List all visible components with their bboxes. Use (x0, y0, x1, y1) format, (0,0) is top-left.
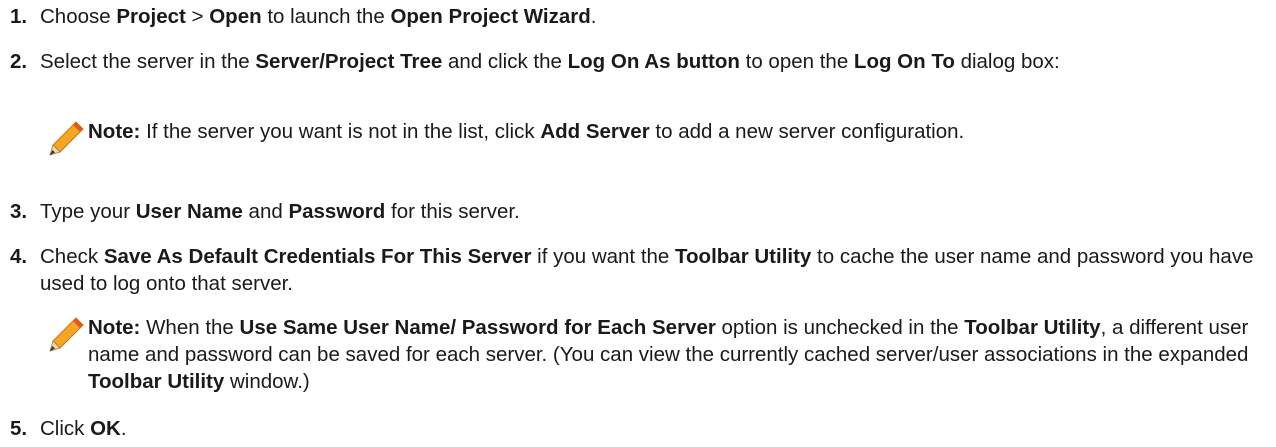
document-page: { "steps": { "s1": {"num": "1.", "t1": "… (0, 0, 1276, 447)
step-3: 3. Type your User Name and Password for … (10, 198, 1260, 225)
step-text: Choose Project > Open to launch the Open… (40, 5, 597, 28)
step-number: 2. (10, 50, 28, 73)
step-text: Check Save As Default Credentials For Th… (40, 245, 1254, 295)
step-number: 3. (10, 200, 28, 223)
step-text: Click OK. (40, 417, 127, 440)
step-text: Select the server in the Server/Project … (40, 50, 1060, 73)
pencil-icon (49, 317, 84, 352)
note-1: Note: If the server you want is not in t… (48, 118, 1258, 156)
note-text: Note: If the server you want is not in t… (88, 120, 965, 143)
step-number: 1. (10, 5, 28, 28)
step-text: Type your User Name and Password for thi… (40, 200, 520, 223)
note-text: Note: When the Use Same User Name/ Passw… (88, 316, 1249, 393)
step-number: 4. (10, 245, 28, 268)
note-2: Note: When the Use Same User Name/ Passw… (48, 314, 1258, 395)
pencil-icon (49, 121, 84, 156)
step-4: 4. Check Save As Default Credentials For… (10, 243, 1260, 297)
step-5: 5. Click OK. (10, 415, 1260, 442)
step-2: 2. Select the server in the Server/Proje… (10, 48, 1260, 75)
step-number: 5. (10, 417, 28, 440)
step-1: 1. Choose Project > Open to launch the O… (10, 3, 1260, 30)
